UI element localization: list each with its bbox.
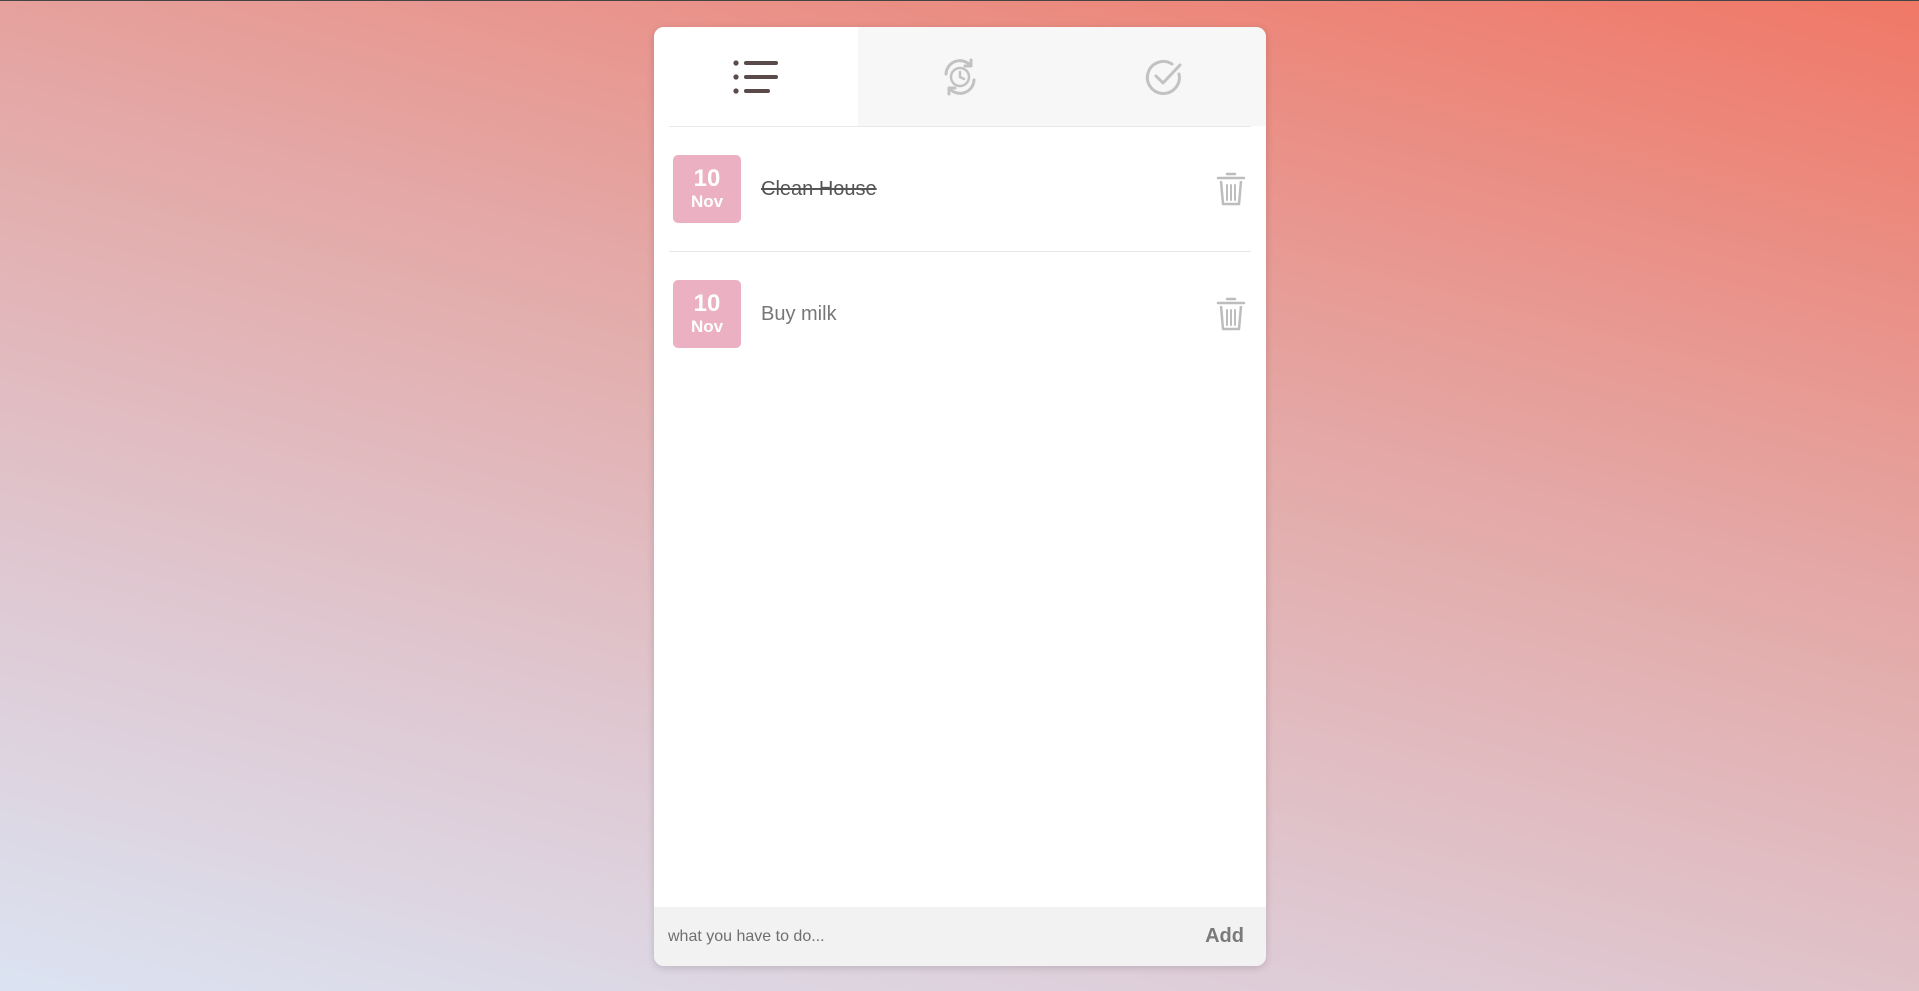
delete-button[interactable] bbox=[1211, 294, 1251, 334]
list-icon bbox=[733, 59, 778, 94]
delete-button[interactable] bbox=[1211, 169, 1251, 209]
todo-item: 10 Nov Clean House bbox=[669, 127, 1251, 252]
date-badge: 10 Nov bbox=[673, 280, 741, 348]
tab-pending[interactable] bbox=[858, 27, 1062, 126]
todo-item: 10 Nov Buy milk bbox=[669, 252, 1251, 376]
todo-app: 10 Nov Clean House 10 Nov Buy milk what … bbox=[654, 27, 1266, 966]
date-month: Nov bbox=[690, 192, 724, 211]
trash-icon bbox=[1216, 297, 1246, 331]
tab-bar bbox=[654, 27, 1266, 126]
date-month: Nov bbox=[690, 317, 724, 336]
tab-completed[interactable] bbox=[1062, 27, 1266, 126]
todo-list: 10 Nov Clean House 10 Nov Buy milk bbox=[654, 127, 1266, 376]
new-todo-input[interactable] bbox=[654, 926, 1196, 947]
tab-all[interactable] bbox=[654, 27, 858, 126]
date-badge: 10 Nov bbox=[673, 155, 741, 223]
check-circle-icon bbox=[1145, 59, 1182, 95]
todo-text[interactable]: Clean House bbox=[761, 178, 1211, 201]
todo-text[interactable]: Buy milk bbox=[761, 303, 1211, 326]
trash-icon bbox=[1216, 172, 1246, 206]
add-button[interactable]: Add bbox=[1195, 925, 1266, 948]
add-todo-bar: Add bbox=[654, 907, 1266, 966]
sync-clock-icon bbox=[944, 58, 976, 95]
date-day: 10 bbox=[693, 165, 721, 192]
date-day: 10 bbox=[693, 290, 721, 317]
